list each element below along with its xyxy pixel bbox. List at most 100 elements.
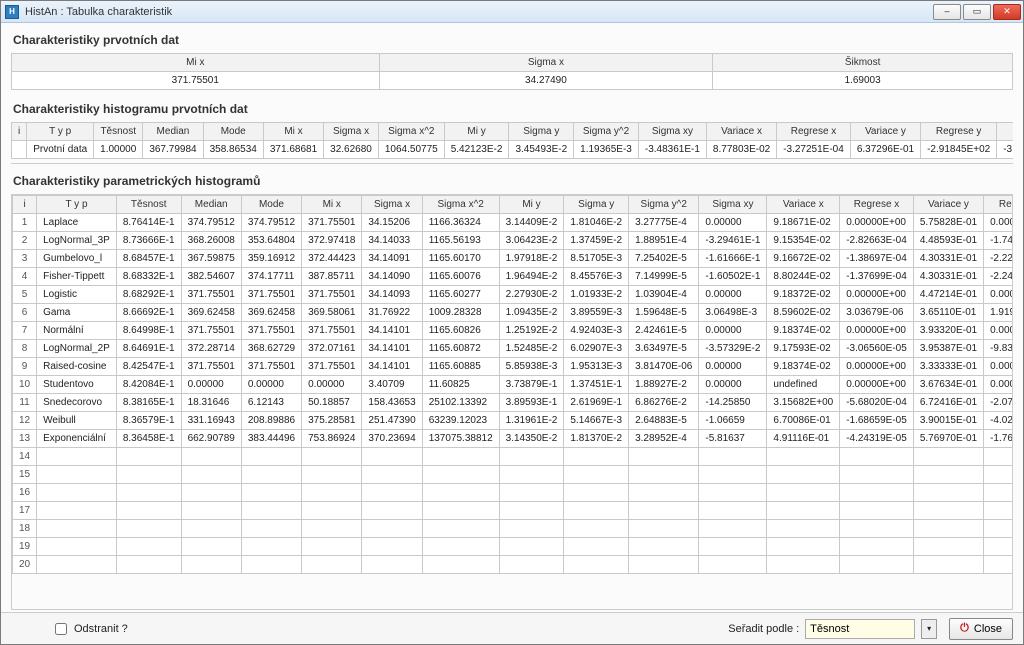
histogram-primary-scroll[interactable]: iT y pTěsnostMedianModeMi xSigma xSigma … (11, 122, 1013, 164)
value-cell: 0.00000 (181, 376, 241, 394)
parametric-histogram-table: iT y pTěsnostMedianModeMi xSigma xSigma … (12, 195, 1013, 574)
empty-cell (422, 448, 499, 466)
table-row[interactable]: 13Exponenciální8.36458E-1662.90789383.44… (13, 430, 1014, 448)
table-row[interactable]: 12Weibull8.36579E-1331.16943208.89886375… (13, 412, 1014, 430)
maximize-button[interactable]: ▭ (963, 4, 991, 20)
row-index: 10 (13, 376, 37, 394)
value-cell: 0.00000E+00 (840, 322, 914, 340)
empty-cell (840, 466, 914, 484)
value-cell: 34.14101 (362, 322, 422, 340)
empty-cell (181, 556, 241, 574)
value-cell: 2.64883E-5 (629, 412, 699, 430)
empty-cell (37, 520, 117, 538)
close-window-button[interactable]: ✕ (993, 4, 1021, 20)
value-cell: -2.07766E+02 (984, 394, 1013, 412)
value-cell: -1.76815E+04 (984, 430, 1013, 448)
value-cell: -1.38697E-04 (840, 250, 914, 268)
table-row[interactable]: 3Gumbelovo_l8.68457E-1367.59875359.16912… (13, 250, 1014, 268)
remove-label: Odstranit ? (74, 623, 128, 635)
value-cell: 6.37296E-01 (850, 141, 920, 159)
empty-cell (302, 484, 362, 502)
empty-cell (913, 484, 983, 502)
empty-cell (422, 556, 499, 574)
value-cell: 8.36579E-1 (116, 412, 181, 430)
table-row[interactable]: 8LogNormal_2P8.64691E-1372.28714368.6272… (13, 340, 1014, 358)
value-cell: 6.02907E-3 (564, 340, 629, 358)
sort-dropdown-button[interactable]: ▾ (921, 619, 937, 639)
table-row[interactable]: 2LogNormal_3P8.73666E-1368.26008353.6480… (13, 232, 1014, 250)
table-row-empty: 18 (13, 520, 1014, 538)
value-cell: 1.59648E-5 (629, 304, 699, 322)
col-header: Variace x (767, 196, 840, 214)
value-cell: 34.14090 (362, 268, 422, 286)
empty-cell (840, 538, 914, 556)
value-cell: 1.96494E-2 (499, 268, 564, 286)
value-cell: 1.03904E-4 (629, 286, 699, 304)
empty-cell (181, 538, 241, 556)
parametric-histogram-scroll[interactable]: iT y pTěsnostMedianModeMi xSigma xSigma … (11, 194, 1013, 610)
value-cell: -2.24479E+03 (984, 268, 1013, 286)
row-index: 4 (13, 268, 37, 286)
value-cell: 8.64691E-1 (116, 340, 181, 358)
value-cell: undefined (767, 376, 840, 394)
row-index: 1 (13, 214, 37, 232)
col-header: Sigma x^2 (422, 196, 499, 214)
value-cell: 1.91984E+02 (984, 304, 1013, 322)
empty-cell (564, 538, 629, 556)
empty-cell (116, 556, 181, 574)
col-header: Sigma y (509, 123, 574, 141)
table-row[interactable]: 6Gama8.66692E-1369.62458369.62458369.580… (13, 304, 1014, 322)
empty-cell (302, 538, 362, 556)
value-cell: 370.23694 (362, 430, 422, 448)
empty-cell (116, 538, 181, 556)
value-cell: -3.29461E-1 (699, 232, 767, 250)
value-cell: 383.44496 (241, 430, 301, 448)
minimize-button[interactable]: – (933, 4, 961, 20)
table-row[interactable]: 10Studentovo8.42084E-10.000000.000000.00… (13, 376, 1014, 394)
value-cell: 371.75501 (302, 358, 362, 376)
value-cell: 3.33333E-01 (913, 358, 983, 376)
type-cell: Gama (37, 304, 117, 322)
value-cell: 32.62680 (324, 141, 379, 159)
empty-cell (37, 556, 117, 574)
col-header: Sigma y^2 (574, 123, 639, 141)
table-row[interactable]: 9Raised-cosine8.42547E-1371.75501371.755… (13, 358, 1014, 376)
remove-checkbox-group[interactable]: Odstranit ? (51, 620, 128, 638)
close-button[interactable]: ⏻ Close (949, 618, 1013, 640)
table-row[interactable]: 1Laplace8.76414E-1374.79512374.79512371.… (13, 214, 1014, 232)
value-cell: 1.25192E-2 (499, 322, 564, 340)
value-cell: 3.73879E-1 (499, 376, 564, 394)
section2-title: Charakteristiky histogramu prvotních dat (13, 102, 1013, 116)
sort-select[interactable] (805, 619, 915, 639)
value-cell: -1.60502E-1 (699, 268, 767, 286)
table-row[interactable]: 7Normální8.64998E-1371.75501371.75501371… (13, 322, 1014, 340)
table-row[interactable]: 4Fisher-Tippett8.68332E-1382.54607374.17… (13, 268, 1014, 286)
value-cell: 4.92403E-3 (564, 322, 629, 340)
value-cell: 3.15682E+00 (767, 394, 840, 412)
value-cell: 9.18671E-02 (767, 214, 840, 232)
col-header: Sigma y (564, 196, 629, 214)
value-cell: 368.62729 (241, 340, 301, 358)
row-index: 2 (13, 232, 37, 250)
value-cell: 8.45576E-3 (564, 268, 629, 286)
value-cell: 3.95387E-01 (913, 340, 983, 358)
empty-cell (499, 556, 564, 574)
value-cell: 4.47214E-01 (913, 286, 983, 304)
value-cell: 8.76414E-1 (116, 214, 181, 232)
empty-cell (767, 502, 840, 520)
empty-cell (767, 538, 840, 556)
table-row[interactable]: 5Logistic8.68292E-1371.75501371.75501371… (13, 286, 1014, 304)
type-cell: Logistic (37, 286, 117, 304)
row-index (12, 141, 27, 159)
value-cell: 372.44423 (302, 250, 362, 268)
table-row[interactable]: 11Snedecorovo8.38165E-118.316466.1214350… (13, 394, 1014, 412)
value-cell: 9.17593E-02 (767, 340, 840, 358)
value-cell: 371.75501 (241, 322, 301, 340)
value-cell: 1.81370E-2 (564, 430, 629, 448)
value-cell: 5.75828E-01 (913, 214, 983, 232)
value-cell: 8.64998E-1 (116, 322, 181, 340)
empty-cell (422, 520, 499, 538)
value-cell: 367.59875 (181, 250, 241, 268)
value-cell: 0.00000E+00 (984, 214, 1013, 232)
remove-checkbox[interactable] (55, 623, 67, 635)
